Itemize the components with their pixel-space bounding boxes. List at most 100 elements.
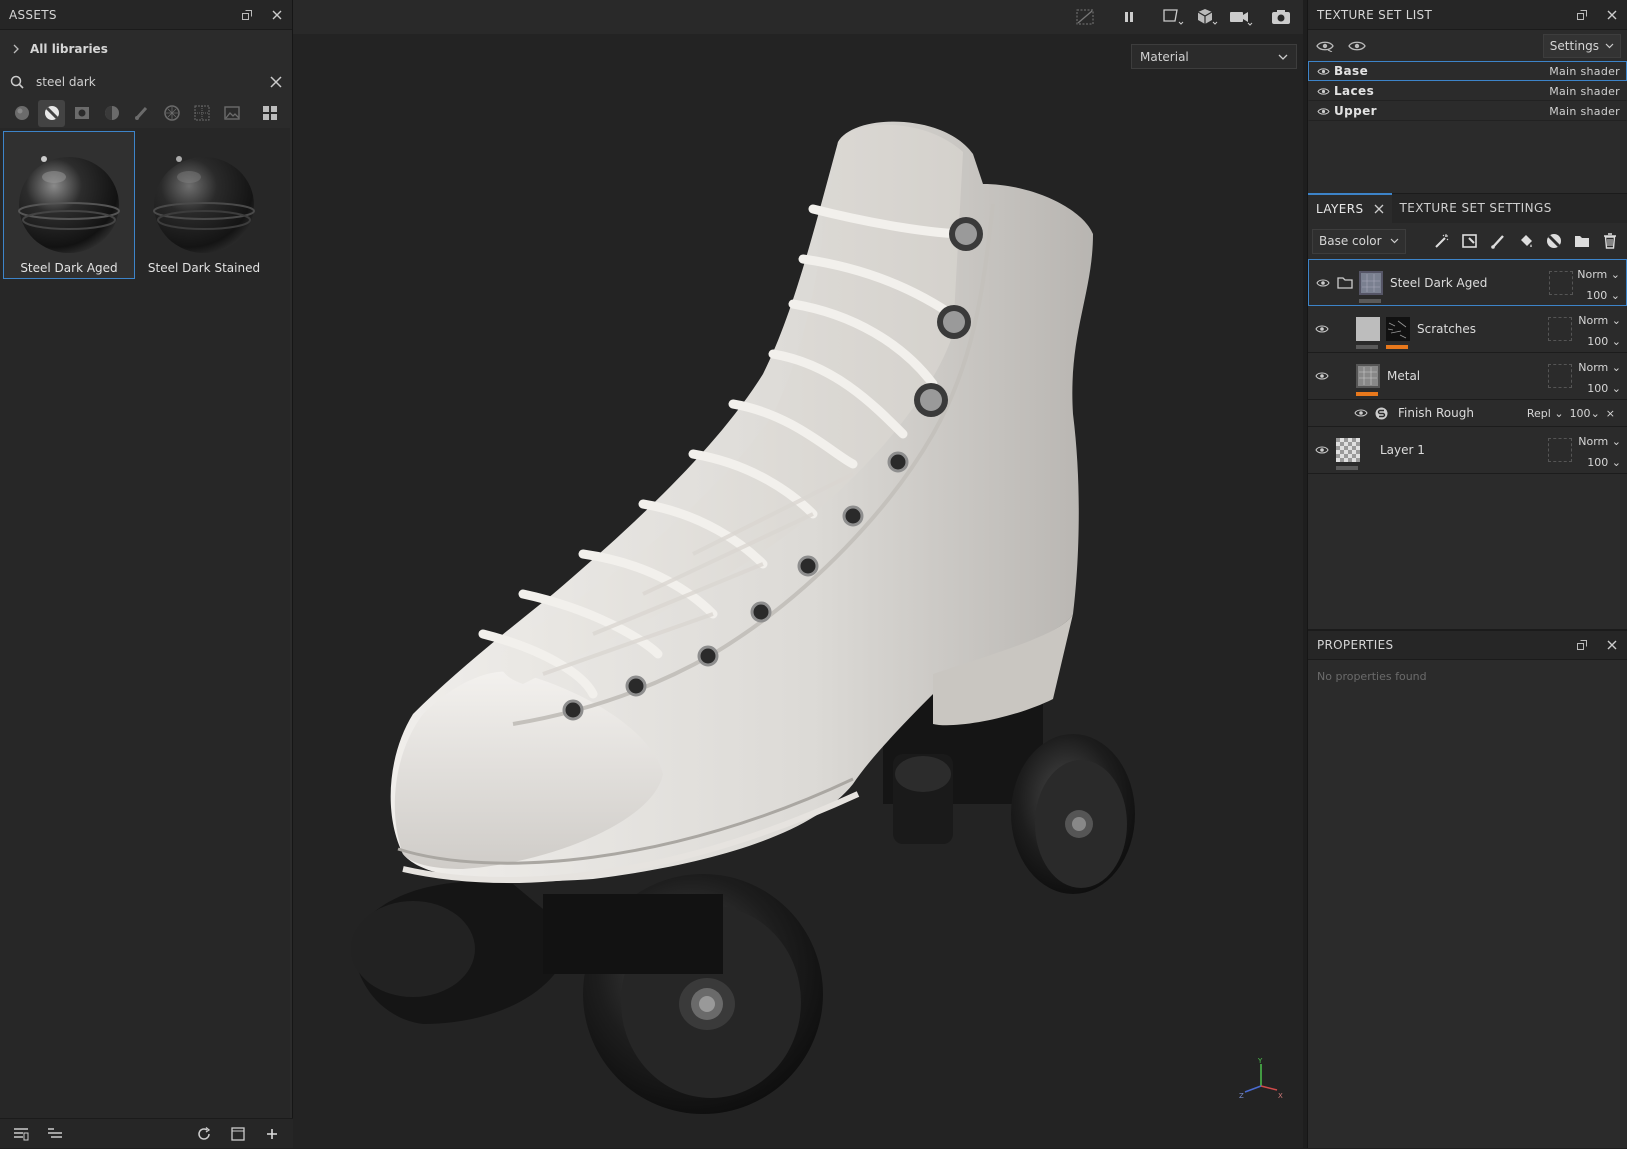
layer-row[interactable]: Steel Dark Aged Norm ⌄ 100 ⌄ xyxy=(1308,259,1627,306)
detach-icon[interactable] xyxy=(1567,630,1597,660)
smart-mask-icon[interactable] xyxy=(98,100,125,127)
opacity-value[interactable]: 100 xyxy=(1570,407,1591,420)
search-icon xyxy=(10,75,24,89)
texture-icon[interactable] xyxy=(158,100,185,127)
smart-material-preview xyxy=(18,156,120,253)
environment-icon[interactable] xyxy=(218,100,245,127)
texture-set-settings-button[interactable]: Settings xyxy=(1542,33,1621,58)
library-filter-icon[interactable] xyxy=(6,1119,36,1149)
refresh-icon[interactable] xyxy=(189,1119,219,1149)
assets-header: ASSETS xyxy=(0,0,292,30)
search-input[interactable] xyxy=(36,75,258,89)
delete-icon[interactable] xyxy=(1596,228,1623,255)
add-folder-icon[interactable] xyxy=(1568,228,1595,255)
texture-set-row[interactable]: Base Main shader xyxy=(1308,61,1627,81)
eye-icon[interactable] xyxy=(1308,445,1336,455)
eye-icon[interactable] xyxy=(1317,87,1330,96)
texture-set-row[interactable]: Laces Main shader xyxy=(1308,81,1627,101)
mask-thumbnail[interactable] xyxy=(1386,317,1410,349)
folder-icon xyxy=(1337,276,1353,289)
layer-row[interactable]: Scratches Norm ⌄ 100 ⌄ xyxy=(1308,306,1627,353)
blend-mode[interactable]: Norm xyxy=(1578,361,1608,374)
right-panel: TEXTURE SET LIST Settings Base Main shad… xyxy=(1307,0,1627,1148)
opacity-value[interactable]: 100 xyxy=(1587,382,1608,395)
eye-icon[interactable] xyxy=(1317,67,1330,76)
viewport-toolbar xyxy=(293,0,1303,34)
texture-set-row[interactable]: Upper Main shader xyxy=(1308,101,1627,121)
add-fill-layer-icon[interactable] xyxy=(1512,228,1539,255)
display-mode-icon[interactable] xyxy=(1157,2,1189,32)
clear-search-icon[interactable] xyxy=(270,76,282,88)
eye-icon[interactable] xyxy=(1317,107,1330,116)
add-paint-layer-icon[interactable] xyxy=(1484,228,1511,255)
eye-icon[interactable] xyxy=(1308,371,1336,381)
texture-set-shader[interactable]: Main shader xyxy=(1549,85,1620,98)
material-icon[interactable] xyxy=(8,100,35,127)
mask-slot[interactable] xyxy=(1548,438,1572,462)
library-label: All libraries xyxy=(30,42,108,56)
3d-viewport[interactable]: Material Y Z X xyxy=(293,0,1303,1148)
texture-set-shader[interactable]: Main shader xyxy=(1549,65,1620,78)
settings-label: Settings xyxy=(1549,38,1599,53)
eye-icon[interactable] xyxy=(1354,408,1368,418)
blend-controls: Norm ⌄ 100 ⌄ xyxy=(1577,268,1620,302)
layer-row[interactable]: Layer 1 Norm ⌄ 100 ⌄ xyxy=(1308,427,1627,474)
hide-ui-icon[interactable] xyxy=(1069,2,1101,32)
detach-icon[interactable] xyxy=(232,0,262,30)
pause-icon[interactable] xyxy=(1113,2,1145,32)
layer-name: Steel Dark Aged xyxy=(1390,275,1488,290)
blend-mode[interactable]: Norm xyxy=(1578,314,1608,327)
mask-indicator xyxy=(1356,345,1378,349)
mask-indicator xyxy=(1386,345,1408,349)
texture-set-shader[interactable]: Main shader xyxy=(1549,105,1620,118)
opacity-value[interactable]: 100 xyxy=(1587,456,1608,469)
close-icon[interactable] xyxy=(1597,0,1627,30)
effect-row[interactable]: Finish Rough Repl ⌄ 100⌄ × xyxy=(1308,400,1627,427)
add-mask-icon[interactable] xyxy=(1456,228,1483,255)
library-selector[interactable]: All libraries xyxy=(0,30,292,68)
smart-material-preview xyxy=(153,156,255,253)
add-smart-material-icon[interactable] xyxy=(1540,228,1567,255)
new-window-icon[interactable] xyxy=(223,1119,253,1149)
layers-toolbar: Base color xyxy=(1308,223,1627,259)
mask-slot[interactable] xyxy=(1548,364,1572,388)
channel-select[interactable]: Base color xyxy=(1312,228,1406,254)
mask-slot[interactable] xyxy=(1548,317,1572,341)
effect-name: Finish Rough xyxy=(1398,406,1474,420)
asset-tile-steel-dark-aged[interactable]: Steel Dark Aged xyxy=(3,131,135,279)
opacity-value[interactable]: 100 xyxy=(1586,289,1607,302)
camera-video-icon[interactable] xyxy=(1225,2,1257,32)
chevron-right-icon xyxy=(12,44,20,54)
blend-mode[interactable]: Norm xyxy=(1578,435,1608,448)
asset-tile-steel-dark-stained[interactable]: Steel Dark Stained xyxy=(138,131,270,279)
eye-icon[interactable] xyxy=(1309,278,1337,288)
opacity-value[interactable]: 100 xyxy=(1587,335,1608,348)
detach-icon[interactable] xyxy=(1567,0,1597,30)
layer-row[interactable]: Metal Norm ⌄ 100 ⌄ xyxy=(1308,353,1627,400)
close-icon[interactable] xyxy=(1597,630,1627,660)
tab-layers[interactable]: LAYERS xyxy=(1308,193,1392,223)
screenshot-icon[interactable] xyxy=(1265,2,1297,32)
grid-view-icon[interactable] xyxy=(256,100,283,127)
blend-mode[interactable]: Repl xyxy=(1527,407,1551,420)
layer-stack: Steel Dark Aged Norm ⌄ 100 ⌄ Scratches N… xyxy=(1308,259,1627,474)
mask-slot[interactable] xyxy=(1549,271,1573,295)
tab-texture-set-settings[interactable]: TEXTURE SET SETTINGS xyxy=(1392,193,1560,223)
remove-effect-icon[interactable]: × xyxy=(1606,407,1615,420)
tab-texture-set-settings-label: TEXTURE SET SETTINGS xyxy=(1399,201,1552,215)
mask-icon[interactable] xyxy=(68,100,95,127)
list-view-icon[interactable] xyxy=(40,1119,70,1149)
visibility-eye-icon[interactable] xyxy=(1348,40,1366,52)
add-effect-icon[interactable] xyxy=(1428,228,1455,255)
eye-icon[interactable] xyxy=(1308,324,1336,334)
close-icon[interactable] xyxy=(262,0,292,30)
alpha-icon[interactable] xyxy=(188,100,215,127)
axis-z-label: Z xyxy=(1239,1092,1244,1100)
add-icon[interactable] xyxy=(257,1119,287,1149)
blend-mode[interactable]: Norm xyxy=(1577,268,1607,281)
isolate-eye-icon[interactable] xyxy=(1316,40,1334,52)
close-icon[interactable] xyxy=(1374,204,1384,214)
brush-icon[interactable] xyxy=(128,100,155,127)
3d-cube-icon[interactable] xyxy=(1191,2,1223,32)
smart-material-icon[interactable] xyxy=(38,99,65,127)
